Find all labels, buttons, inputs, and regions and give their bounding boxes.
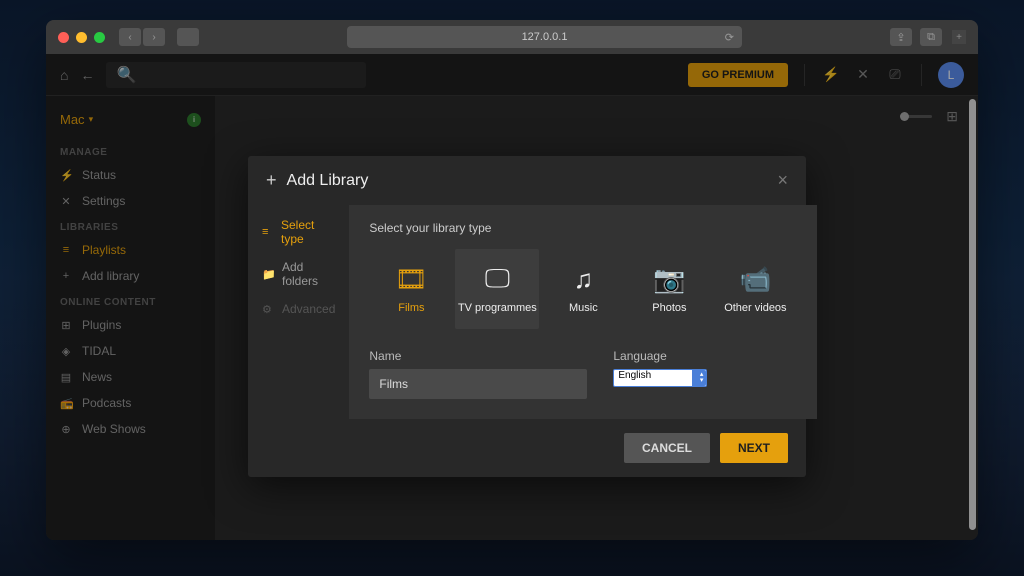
plus-icon: + — [266, 170, 277, 191]
app-container: ⌂ ← 🔍 GO PREMIUM ⚡ ✕ ⎚ L Mac i MANAGE ⚡S… — [46, 54, 978, 540]
reload-icon[interactable]: ⟳ — [725, 31, 734, 44]
language-select[interactable]: English ▴▾ — [613, 369, 707, 387]
type-films[interactable]: 🎞 Films — [369, 249, 453, 329]
url-bar[interactable]: 127.0.0.1 ⟳ — [347, 26, 742, 48]
language-label: Language — [613, 349, 707, 363]
type-photos[interactable]: 📷 Photos — [627, 249, 711, 329]
music-icon: ♫ — [574, 264, 594, 294]
library-type-grid: 🎞 Films 🖵 TV programmes ♫ Music 📷 — [369, 249, 797, 329]
browser-forward-button[interactable]: › — [143, 28, 165, 46]
new-tab-button[interactable]: + — [952, 30, 966, 44]
modal-title: Add Library — [287, 172, 369, 190]
step-add-folders[interactable]: 📁Add folders — [248, 253, 349, 295]
browser-back-button[interactable]: ‹ — [119, 28, 141, 46]
modal-content: Select your library type 🎞 Films 🖵 TV pr… — [349, 205, 817, 419]
browser-toolbar: ‹ › 127.0.0.1 ⟳ ⇪ ⧉ + — [46, 20, 978, 54]
step-advanced: ⚙Advanced — [248, 295, 349, 323]
browser-window: ‹ › 127.0.0.1 ⟳ ⇪ ⧉ + ⌂ ← 🔍 GO PREMIUM ⚡… — [46, 20, 978, 540]
close-window-button[interactable] — [58, 32, 69, 43]
share-icon[interactable]: ⇪ — [890, 28, 912, 46]
modal-header: + Add Library × — [248, 156, 806, 205]
cancel-button[interactable]: CANCEL — [624, 433, 710, 463]
add-library-modal: + Add Library × ≡Select type 📁Add folder… — [248, 156, 806, 477]
chevron-updown-icon: ▴▾ — [700, 372, 704, 384]
maximize-window-button[interactable] — [94, 32, 105, 43]
name-label: Name — [369, 349, 587, 363]
library-name-input[interactable] — [369, 369, 587, 399]
gear-icon: ⚙ — [262, 303, 274, 316]
list-icon: ≡ — [262, 226, 273, 238]
window-controls — [58, 32, 105, 43]
instruction-text: Select your library type — [369, 221, 797, 235]
folder-icon: 📁 — [262, 268, 274, 281]
film-icon: 🎞 — [395, 264, 428, 294]
tv-icon: 🖵 — [485, 264, 510, 294]
modal-footer: CANCEL NEXT — [248, 419, 806, 477]
modal-steps: ≡Select type 📁Add folders ⚙Advanced — [248, 205, 349, 419]
sidebar-toggle-button[interactable] — [177, 28, 199, 46]
step-select-type[interactable]: ≡Select type — [248, 211, 349, 253]
tabs-icon[interactable]: ⧉ — [920, 28, 942, 46]
type-other[interactable]: 📹 Other videos — [713, 249, 797, 329]
url-text: 127.0.0.1 — [522, 31, 568, 43]
next-button[interactable]: NEXT — [720, 433, 788, 463]
type-music[interactable]: ♫ Music — [541, 249, 625, 329]
camera-icon: 📷 — [653, 264, 685, 294]
video-icon: 📹 — [739, 264, 771, 294]
close-icon[interactable]: × — [777, 170, 788, 191]
minimize-window-button[interactable] — [76, 32, 87, 43]
type-tv[interactable]: 🖵 TV programmes — [455, 249, 539, 329]
